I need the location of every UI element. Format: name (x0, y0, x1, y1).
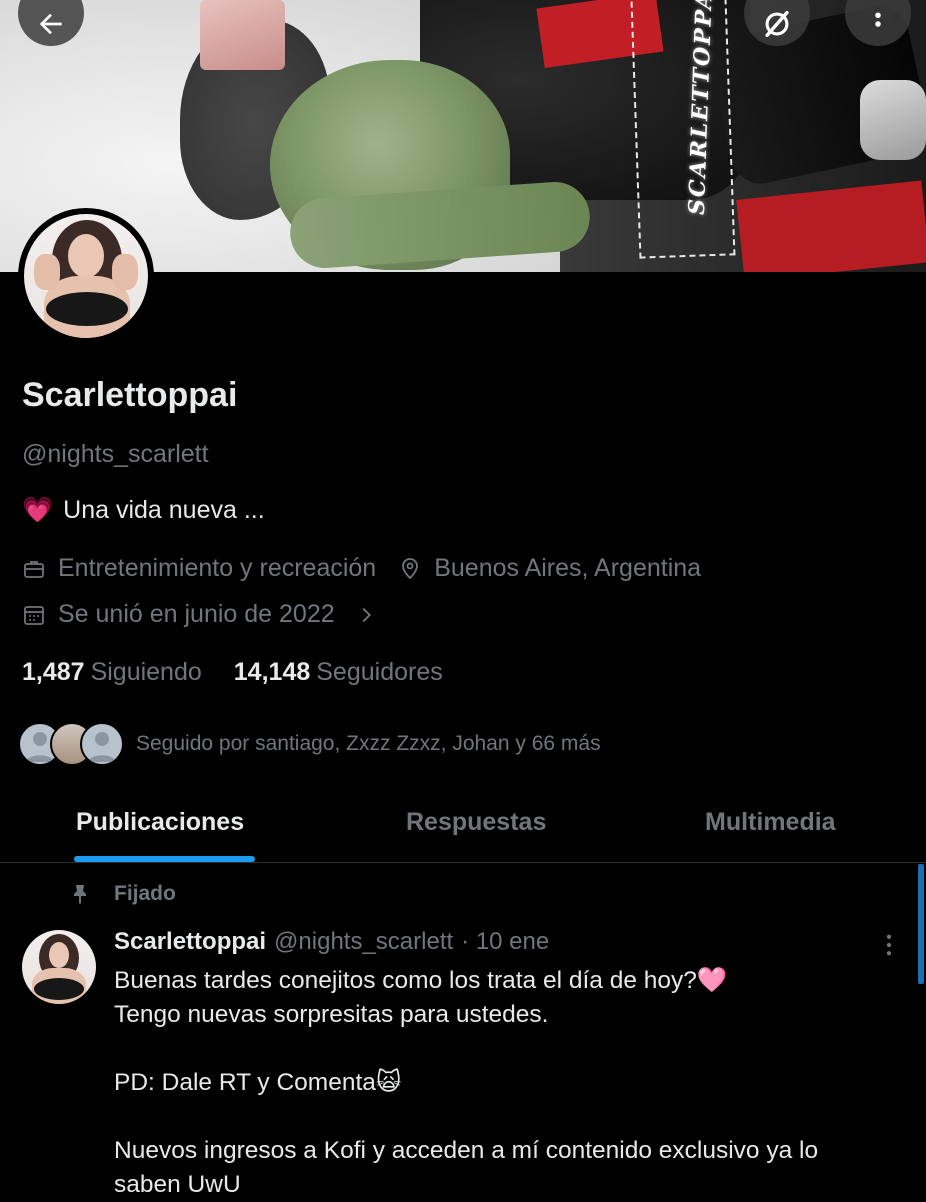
post-text: Buenas tardes conejitos como los trata e… (114, 964, 904, 1202)
profile-joined-row[interactable]: Se unió en junio de 2022 (22, 600, 399, 629)
briefcase-icon (24, 560, 44, 578)
followed-by-row[interactable]: Seguido por santiago, Zxzz Zzxz, Johan y… (18, 722, 601, 766)
location-text: Buenos Aires, Argentina (434, 554, 702, 582)
post-line: Buenas tardes conejitos como los trata e… (114, 967, 728, 994)
followers-label: Seguidores (316, 658, 443, 686)
profile-bio: 💗 Una vida nueva ... (22, 496, 265, 525)
location-pin-icon (402, 557, 419, 579)
bio-text: Una vida nueva ... (63, 496, 265, 524)
active-tab-indicator (74, 856, 255, 862)
followed-by-text: Seguido por santiago, Zxzz Zzxz, Johan y… (136, 732, 601, 755)
post-more-button[interactable] (878, 932, 900, 963)
default-user-icon (88, 732, 116, 762)
followers-link[interactable]: 14,148 Seguidores (234, 658, 443, 687)
tab-publicaciones[interactable]: Publicaciones (76, 808, 244, 837)
avatar-photo (24, 214, 148, 338)
tab-multimedia[interactable]: Multimedia (705, 808, 836, 837)
pinned-label: Fijado (68, 882, 176, 906)
post-author-handle[interactable]: @nights_scarlett (274, 928, 453, 956)
followers-count: 14,148 (233, 658, 311, 686)
grok-icon (765, 10, 789, 38)
banner-photo-shoe (860, 80, 926, 160)
scrollbar[interactable] (918, 864, 924, 984)
banner-watermark: SCARLETTOPPAI (683, 0, 719, 216)
profile-meta-row: Entretenimiento y recreación Buenos Aire… (22, 554, 723, 583)
following-link[interactable]: 1,487 Siguiendo (22, 658, 202, 687)
joined-text: Se unió en junio de 2022 (58, 600, 335, 628)
more-vertical-icon (886, 934, 892, 956)
category-text: Entretenimiento y recreación (58, 554, 377, 582)
chevron-right-icon (362, 607, 371, 622)
banner-photo-red-floor (736, 180, 926, 272)
profile-location: Buenos Aires, Argentina (398, 554, 701, 583)
heart-emoji-icon: 💗 (22, 496, 54, 524)
post-line: Tengo nuevas sorpresitas para ustedes. (114, 1001, 549, 1028)
profile-name: Scarlettoppai (22, 376, 238, 414)
profile-avatar[interactable] (18, 208, 154, 344)
profile-joined[interactable]: Se unió en junio de 2022 (22, 600, 377, 629)
post-author-avatar[interactable] (22, 930, 96, 1004)
back-arrow-icon (39, 13, 62, 35)
calendar-icon (24, 605, 44, 625)
pinned-text: Fijado (114, 882, 176, 905)
profile-handle: @nights_scarlett (22, 440, 209, 468)
post-author-name[interactable]: Scarlettoppai (114, 928, 266, 956)
follower-avatar (80, 722, 124, 766)
profile-tabs: Publicaciones Respuestas Multimedia (0, 790, 926, 863)
follow-counts: 1,487 Siguiendo 14,148 Seguidores (22, 658, 443, 687)
profile-category: Entretenimiento y recreación (22, 554, 376, 583)
more-vertical-icon (875, 12, 881, 27)
post-header: Scarlettoppai @nights_scarlett · 10 ene (114, 928, 549, 956)
following-label: Siguiendo (90, 658, 202, 686)
post-line: PD: Dale RT y Comenta🙀 (114, 1069, 402, 1096)
banner-photo-phone (200, 0, 285, 70)
pin-icon (74, 885, 86, 904)
post-line: saben UwU (114, 1171, 241, 1198)
following-count: 1,487 (22, 658, 85, 686)
tab-respuestas[interactable]: Respuestas (406, 808, 546, 837)
post-line: Nuevos ingresos a Kofi y acceden a mí co… (114, 1137, 819, 1164)
post-time[interactable]: · 10 ene (461, 928, 549, 956)
